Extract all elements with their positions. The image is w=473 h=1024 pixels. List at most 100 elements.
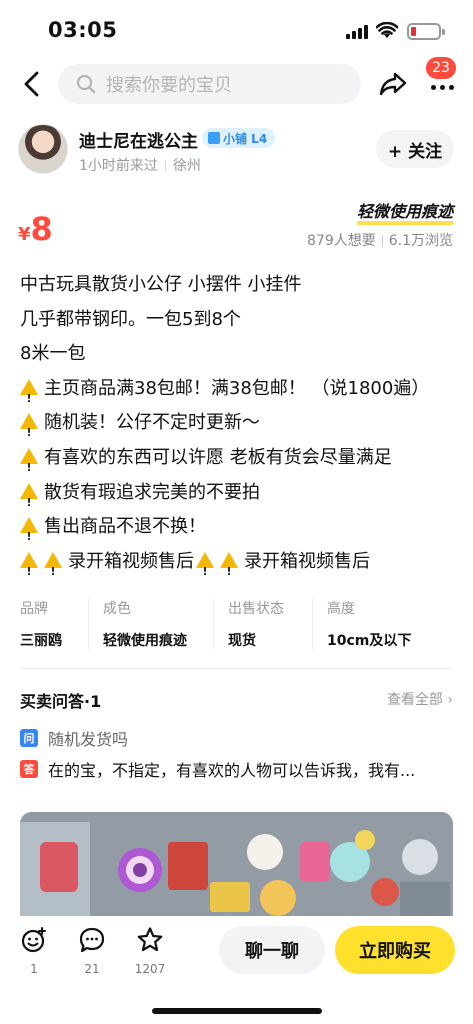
- search-input[interactable]: 搜索你要的宝贝: [58, 64, 361, 104]
- attr-key: 高度: [327, 601, 355, 617]
- price-value: 8: [30, 210, 53, 248]
- star-icon: [137, 927, 163, 952]
- section-divider: [20, 668, 453, 669]
- shop-icon: [208, 132, 220, 144]
- warning-icon: [20, 517, 38, 555]
- item-description: 中古玩具散货小公仔 小摆件 小挂件 几乎都带钢印。一包5到8个 8米一包 主页商…: [20, 268, 460, 589]
- last-seen: 1小时前来过: [79, 158, 158, 174]
- avatar[interactable]: [18, 124, 68, 174]
- qa-question: 随机发货吗: [48, 730, 129, 749]
- seller-location: 徐州: [172, 158, 201, 174]
- level-label: 小铺 L4: [223, 131, 268, 146]
- desc-line: 录开箱视频售后 录开箱视频售后: [20, 545, 460, 589]
- message-badge: 23: [426, 57, 456, 79]
- share-button[interactable]: [376, 67, 410, 101]
- price: ¥8: [18, 210, 53, 248]
- qa-answer-row[interactable]: 答 在的宝，不指定，有喜欢的人物可以告诉我，我有...: [20, 757, 453, 781]
- attr-value: 三丽鸥: [20, 633, 62, 649]
- desc-line: 主页商品满38包邮！满38包邮！ （说1800遍）: [20, 372, 460, 416]
- toys-photo-illustration: [20, 812, 453, 920]
- item-attributes: 品牌 三丽鸥 成色 轻微使用痕迹 出售状态 现货 高度 10cm及以下: [20, 598, 453, 656]
- desc-text: 录开箱视频售后: [68, 550, 194, 572]
- share-icon: [379, 72, 407, 96]
- warning-icon: [20, 551, 38, 589]
- desc-text: 录开箱视频售后: [244, 550, 370, 572]
- desc-line: 几乎都带钢印。一包5到8个: [20, 308, 241, 330]
- desc-line: 中古玩具散货小公仔 小摆件 小挂件: [20, 274, 302, 295]
- smile-icon: [21, 927, 46, 953]
- question-tag: 问: [20, 729, 38, 747]
- attr-condition: 成色 轻微使用痕迹: [103, 598, 213, 656]
- desc-line: 散货有瑕追求完美的不要拍: [20, 476, 460, 520]
- attr-sale-status: 出售状态 现货: [228, 598, 312, 656]
- attr-key: 成色: [103, 601, 131, 617]
- back-button[interactable]: [14, 66, 50, 102]
- like-count: 1: [30, 962, 38, 976]
- desc-line: 售出商品不退不换！: [20, 510, 460, 555]
- desc-text: 主页商品满38包邮！满38包邮！ （说1800遍）: [44, 377, 430, 399]
- warning-icon: [44, 551, 62, 589]
- views-count: 6.1万浏览: [388, 233, 453, 249]
- desc-text: 有喜欢的东西可以许愿 老板有货会尽量满足: [44, 446, 392, 468]
- favorite-button[interactable]: 1207: [130, 926, 170, 976]
- divider: [213, 598, 214, 650]
- follow-button[interactable]: + 关注: [376, 130, 454, 168]
- desc-text: 散货有瑕追求完美的不要拍: [44, 481, 260, 503]
- seller-name[interactable]: 迪士尼在逃公主: [79, 127, 198, 152]
- favorite-count: 1207: [134, 962, 166, 976]
- desc-line: 随机装！公仔不定时更新～: [20, 406, 460, 451]
- buy-now-button[interactable]: 立即购买: [335, 926, 455, 974]
- home-indicator: [152, 1008, 322, 1014]
- bottom-action-bar: 1 21 1207 聊一聊 立即购买: [0, 916, 473, 1024]
- seller-meta: 1小时前来过 徐州: [79, 155, 201, 175]
- currency-symbol: ¥: [18, 224, 31, 245]
- product-photo[interactable]: [20, 812, 453, 920]
- search-placeholder: 搜索你要的宝贝: [106, 75, 232, 96]
- battery-icon: [407, 23, 445, 40]
- chevron-right-icon: ›: [447, 692, 453, 708]
- attr-value: 现货: [228, 633, 256, 649]
- item-stats: 879人想要 6.1万浏览: [307, 230, 453, 250]
- warning-icon: [196, 551, 214, 589]
- price-section: ¥8 轻微使用痕迹 879人想要 6.1万浏览: [0, 200, 473, 260]
- divider: [88, 598, 89, 650]
- comment-count: 21: [84, 962, 100, 976]
- status-bar: 03:05: [0, 0, 473, 60]
- warning-icon: [20, 378, 38, 416]
- divider: [312, 598, 313, 650]
- chat-button[interactable]: 聊一聊: [219, 926, 325, 974]
- attr-height: 高度 10cm及以下: [327, 598, 437, 656]
- qa-view-all-link[interactable]: 查看全部 ›: [387, 689, 453, 709]
- condition-label: 轻微使用痕迹: [356, 203, 453, 225]
- attr-value: 轻微使用痕迹: [103, 633, 187, 649]
- comment-icon: [79, 927, 105, 953]
- wants-count: 879人想要: [307, 233, 376, 249]
- qa-title: 买卖问答·1: [20, 692, 102, 711]
- warning-icon: [20, 413, 38, 451]
- attr-key: 品牌: [20, 601, 48, 617]
- like-button[interactable]: 1: [14, 926, 54, 976]
- wifi-icon: [376, 22, 398, 38]
- attr-brand: 品牌 三丽鸥: [20, 598, 88, 656]
- more-icon: [430, 84, 454, 90]
- qa-header: 买卖问答·1 查看全部 ›: [20, 688, 453, 712]
- signal-icon: [346, 25, 368, 39]
- desc-line: 8米一包: [20, 343, 86, 365]
- search-icon: [76, 74, 96, 94]
- comment-button[interactable]: 21: [72, 926, 112, 976]
- qa-question-row[interactable]: 问 随机发货吗: [20, 726, 453, 750]
- top-nav: 搜索你要的宝贝 23: [0, 57, 473, 110]
- seller-info: 迪士尼在逃公主 小铺 L4 1小时前来过 徐州 + 关注: [0, 122, 473, 182]
- chevron-left-icon: [24, 71, 39, 97]
- status-time: 03:05: [48, 18, 118, 42]
- qa-view-all-label: 查看全部: [386, 692, 443, 708]
- desc-line: 有喜欢的东西可以许愿 老板有货会尽量满足: [20, 441, 460, 486]
- answer-tag: 答: [20, 760, 38, 778]
- warning-icon: [20, 447, 38, 486]
- attr-value: 10cm及以下: [327, 633, 412, 649]
- warning-icon: [20, 482, 38, 520]
- desc-text: 售出商品不退不换！: [44, 516, 206, 538]
- qa-answer: 在的宝，不指定，有喜欢的人物可以告诉我，我有...: [48, 761, 416, 780]
- desc-text: 随机装！公仔不定时更新～: [44, 412, 260, 434]
- warning-icon: [220, 551, 238, 589]
